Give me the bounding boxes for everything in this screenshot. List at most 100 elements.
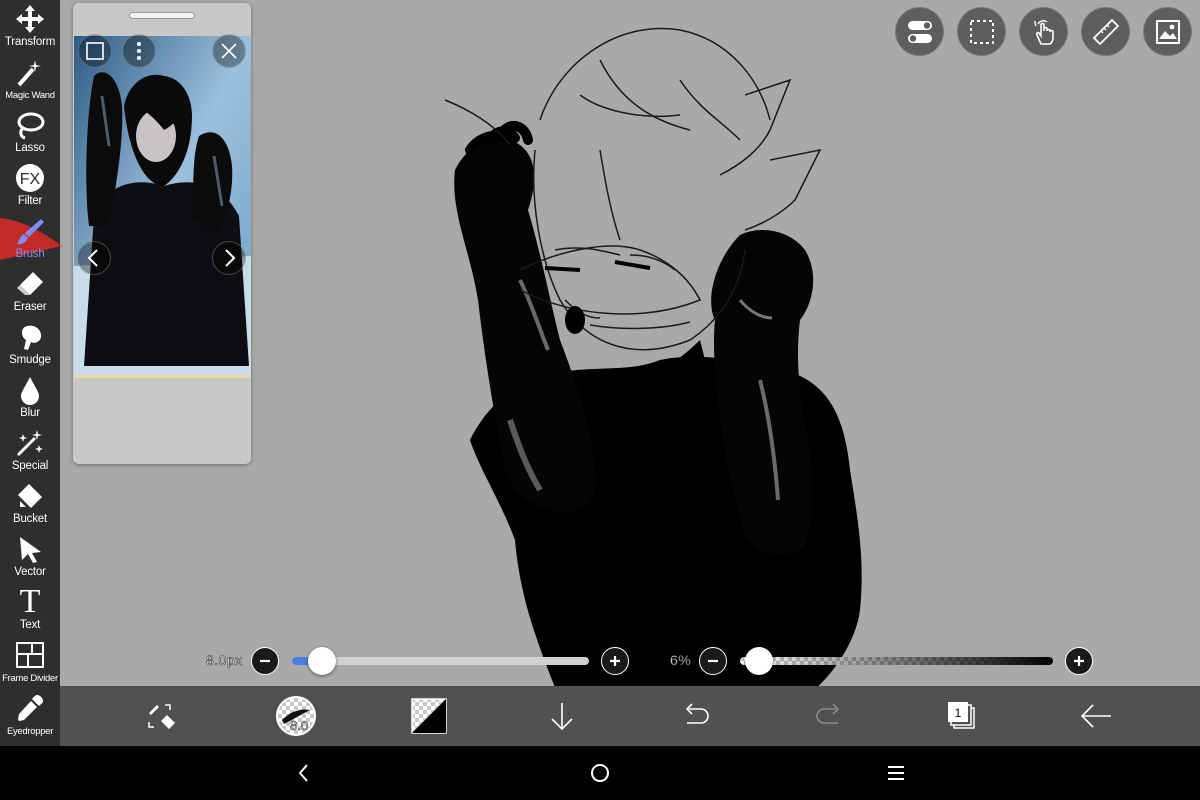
- tool-transform[interactable]: Transform: [0, 0, 60, 53]
- brush-size-slider[interactable]: [292, 657, 589, 665]
- tool-smudge[interactable]: Smudge: [0, 318, 60, 371]
- reference-photo: [74, 36, 251, 378]
- tool-label: Special: [11, 460, 49, 472]
- nav-back-icon: [298, 764, 308, 782]
- layer-count: 1: [955, 706, 962, 720]
- redo-icon: [816, 703, 840, 724]
- layers-button[interactable]: 1: [932, 686, 992, 746]
- close-icon: [221, 43, 237, 59]
- selection-icon: [969, 19, 994, 44]
- plus-icon: [1074, 656, 1084, 666]
- opacity-increase-button[interactable]: [1065, 647, 1093, 675]
- brush-icon: [13, 214, 47, 248]
- text-icon: T: [19, 583, 41, 620]
- tool-brush[interactable]: Brush: [0, 212, 60, 265]
- nav-home-button[interactable]: [570, 746, 630, 800]
- tool-label: Smudge: [9, 354, 51, 366]
- minus-icon: [708, 659, 718, 663]
- eraser-icon: [13, 267, 47, 301]
- tool-label: Brush: [15, 248, 45, 260]
- tool-sidebar: Transform Magic Wand Lasso FX Filter Bru…: [0, 0, 62, 746]
- nav-home-icon: [591, 764, 609, 782]
- back-button[interactable]: [1066, 686, 1126, 746]
- tool-label: Eyedropper: [6, 726, 54, 737]
- chevron-right-icon: [225, 249, 236, 267]
- eyedropper-icon: [13, 691, 47, 725]
- ruler-icon: [1092, 18, 1119, 45]
- undo-button[interactable]: [666, 686, 726, 746]
- reference-menu-button[interactable]: [122, 34, 156, 68]
- reference-window[interactable]: [73, 3, 251, 464]
- system-navigation-bar: [0, 746, 1200, 800]
- nav-menu-icon: [888, 766, 904, 780]
- more-vertical-icon: [137, 42, 141, 60]
- tool-label: Text: [19, 619, 41, 631]
- tool-eyedropper[interactable]: Eyedropper: [0, 689, 60, 742]
- tool-blur[interactable]: Blur: [0, 371, 60, 424]
- toggle-icon: [907, 20, 932, 43]
- tool-frame-divider[interactable]: Frame Divider: [0, 636, 60, 689]
- opacity-slider-thumb[interactable]: [744, 647, 773, 675]
- opacity-slider[interactable]: [740, 657, 1053, 665]
- tool-text[interactable]: T Text: [0, 583, 60, 636]
- reference-drag-handle[interactable]: [129, 12, 195, 19]
- layers-icon: 1: [948, 702, 975, 729]
- sparkle-icon: [13, 426, 47, 460]
- square-icon: [86, 42, 104, 60]
- brush-size-slider-thumb[interactable]: [307, 647, 336, 675]
- tool-label: Transform: [4, 36, 56, 48]
- tool-vector[interactable]: Vector: [0, 530, 60, 583]
- tool-label: Blur: [20, 407, 40, 419]
- tool-eraser[interactable]: Eraser: [0, 265, 60, 318]
- reference-prev-button[interactable]: [77, 241, 111, 275]
- tool-lasso[interactable]: Lasso: [0, 106, 60, 159]
- tool-switch-button[interactable]: [132, 686, 192, 746]
- toggle-button[interactable]: [895, 7, 944, 56]
- tool-magic-wand[interactable]: Magic Wand: [0, 53, 60, 106]
- plus-icon: [610, 656, 620, 666]
- arrow-down-icon: [551, 703, 573, 731]
- reference-close-button[interactable]: [212, 34, 246, 68]
- reference-fit-button[interactable]: [78, 34, 112, 68]
- redo-button[interactable]: [799, 686, 859, 746]
- brush-settings-button[interactable]: 8.0: [266, 686, 326, 746]
- nav-recents-button[interactable]: [866, 746, 926, 800]
- tool-label: Vector: [14, 566, 46, 578]
- tool-filter[interactable]: FX Filter: [0, 159, 60, 212]
- chevron-left-icon: [87, 249, 98, 267]
- brush-eraser-swap-icon: [148, 704, 175, 729]
- color-button[interactable]: [399, 686, 459, 746]
- tool-label: Eraser: [13, 301, 47, 313]
- transform-icon: [13, 2, 47, 36]
- opacity-decrease-button[interactable]: [699, 647, 727, 675]
- reference-next-button[interactable]: [212, 241, 246, 275]
- brush-size-badge: 8.0: [290, 718, 309, 734]
- tool-special[interactable]: Special: [0, 424, 60, 477]
- tool-label: Filter: [17, 195, 43, 207]
- save-down-button[interactable]: [532, 686, 592, 746]
- fx-icon: FX: [13, 161, 47, 195]
- minus-icon: [260, 659, 270, 663]
- undo-icon: [685, 703, 709, 724]
- bucket-icon: [13, 479, 47, 513]
- brush-size-value: 8.0px: [206, 652, 243, 669]
- brush-size-increase-button[interactable]: [601, 647, 629, 675]
- tool-label: Magic Wand: [5, 90, 55, 101]
- frame-divider-icon: [13, 638, 47, 672]
- selection-button[interactable]: [957, 7, 1006, 56]
- image-button[interactable]: [1143, 7, 1192, 56]
- tool-bucket[interactable]: Bucket: [0, 477, 60, 530]
- arrow-left-icon: [1080, 704, 1111, 728]
- vector-arrow-icon: [13, 532, 47, 566]
- tool-label: Lasso: [15, 142, 45, 154]
- bottom-toolbar: 8.0 1: [60, 686, 1200, 746]
- tool-label: Frame Divider: [2, 673, 58, 684]
- ruler-button[interactable]: [1081, 7, 1130, 56]
- gesture-button[interactable]: [1019, 7, 1068, 56]
- nav-back-button[interactable]: [274, 746, 334, 800]
- blur-drop-icon: [13, 373, 47, 407]
- opacity-value: 6%: [670, 652, 692, 669]
- brush-preview: 8.0: [276, 696, 316, 736]
- image-icon: [1155, 19, 1180, 44]
- brush-size-decrease-button[interactable]: [251, 647, 279, 675]
